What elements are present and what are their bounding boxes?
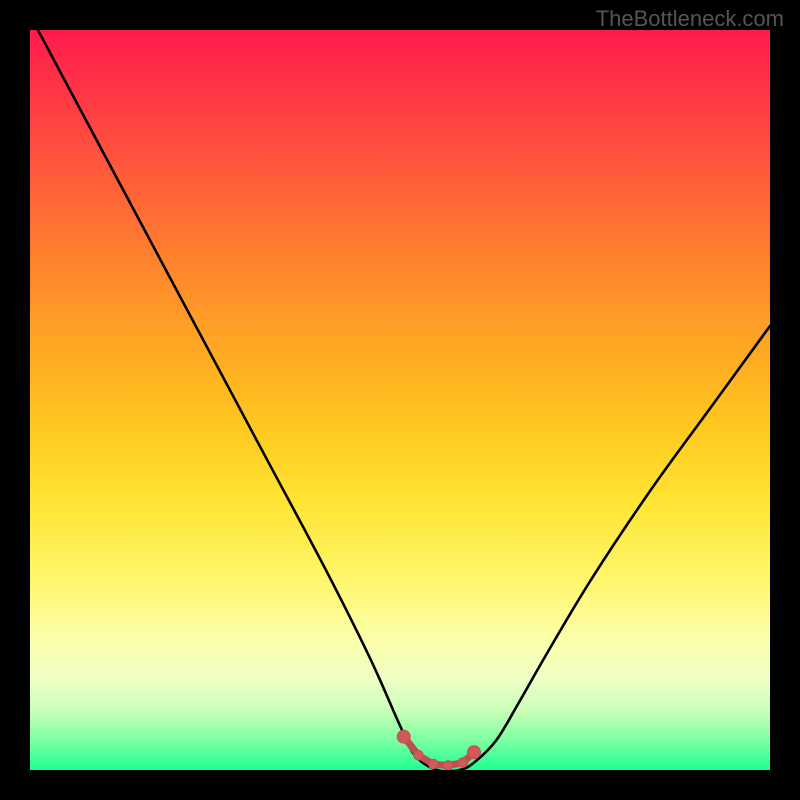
bottleneck-curve bbox=[30, 30, 770, 770]
valley-marker-dot bbox=[468, 746, 481, 759]
valley-marker-dot bbox=[429, 759, 439, 769]
valley-marker-dot bbox=[414, 750, 424, 760]
curve-layer bbox=[30, 30, 770, 770]
valley-markers bbox=[397, 730, 480, 770]
valley-marker-dot bbox=[397, 730, 410, 743]
plot-area bbox=[30, 30, 770, 770]
valley-marker-dot bbox=[458, 758, 468, 768]
valley-marker-dot bbox=[443, 761, 453, 770]
attribution-text: TheBottleneck.com bbox=[596, 6, 784, 32]
curve-path bbox=[30, 30, 770, 770]
chart-frame: TheBottleneck.com bbox=[0, 0, 800, 800]
